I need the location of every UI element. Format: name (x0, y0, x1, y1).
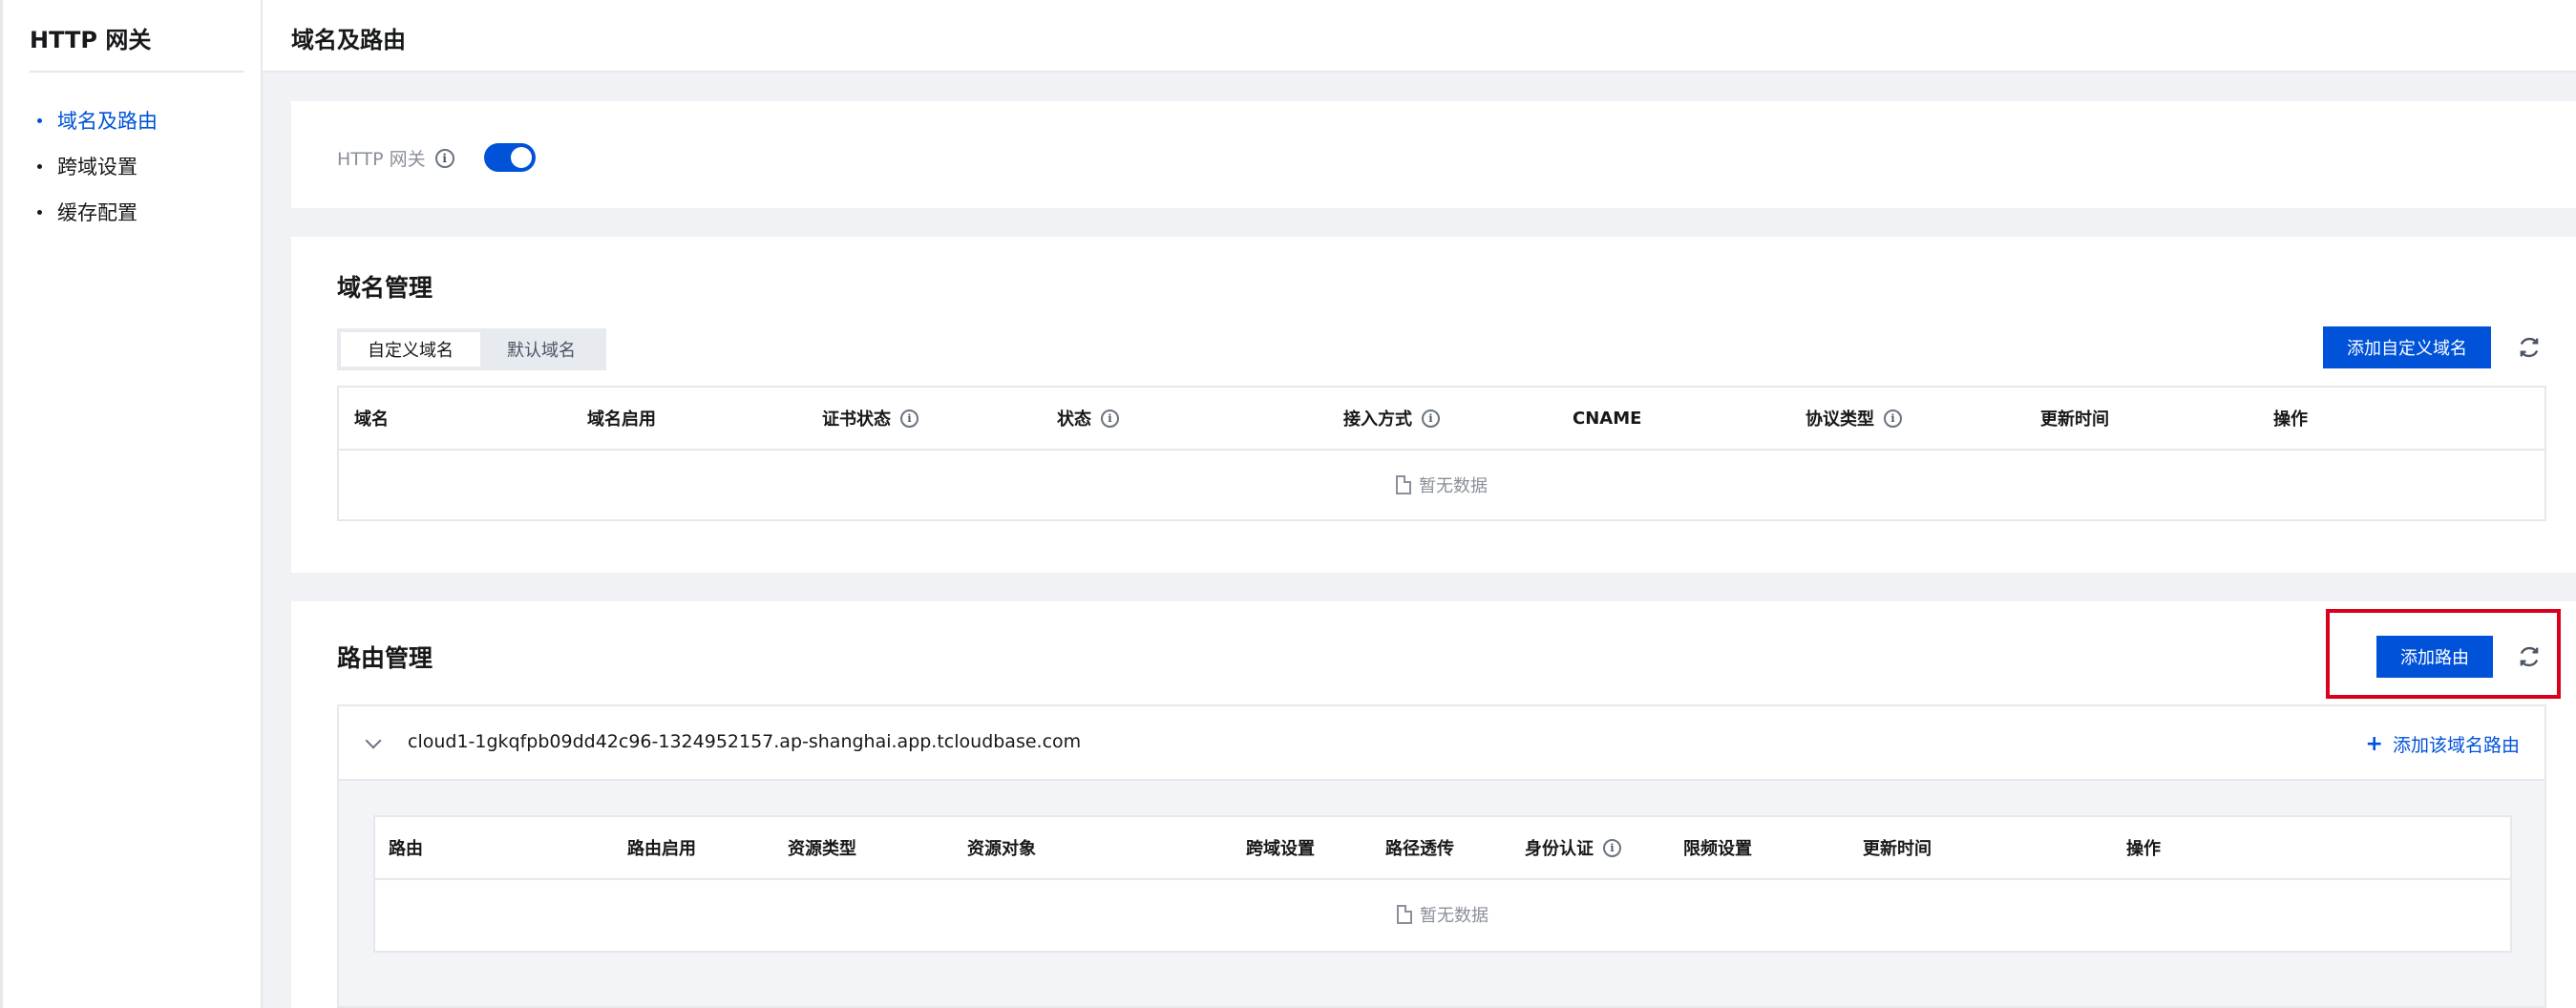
document-icon (1397, 905, 1412, 924)
page-header: 域名及路由 (263, 0, 2576, 73)
col-header: 限频设置 (1683, 839, 1752, 859)
sidebar-divider (30, 71, 243, 73)
info-icon[interactable]: i (1603, 838, 1621, 857)
col-header: 路由启用 (627, 839, 696, 859)
info-icon[interactable]: i (1101, 409, 1119, 428)
col-header: 路径透传 (1385, 839, 1454, 859)
domain-tabs: 自定义域名 默认域名 (337, 328, 606, 370)
toggle-knob (511, 147, 532, 168)
route-section-title: 路由管理 (337, 644, 433, 672)
sidebar-item-cache[interactable]: 缓存配置 (30, 189, 158, 235)
sidebar-item-label: 跨域设置 (57, 156, 137, 178)
col-header: 跨域设置 (1246, 839, 1315, 859)
chevron-down-icon[interactable] (365, 732, 382, 749)
col-header: 更新时间 (2040, 410, 2109, 430)
route-domain-panel: cloud1-1gkqfpb09dd42c96-1324952157.ap-sh… (337, 704, 2546, 1008)
col-header: 域名启用 (587, 410, 656, 430)
route-management-card: 路由管理 添加路由 cloud1-1gkqfpb09dd42c96-132495… (291, 601, 2576, 1008)
col-header-label: 协议类型 (1805, 410, 1874, 430)
app-root: HTTP 网关 域名及路由 跨域设置 缓存配置 域名及路由 HTTP 网关 i (0, 0, 2576, 1008)
col-header-label: 接入方式 (1343, 410, 1412, 430)
empty-text: 暂无数据 (1420, 906, 1489, 926)
info-icon[interactable]: i (434, 148, 454, 168)
route-table-header: 路由 路由启用 资源类型 资源对象 跨域设置 路径透传 身份认证 i 限频设置 … (375, 817, 2510, 880)
domain-management-card: 域名管理 自定义域名 默认域名 添加自定义域名 域名 域名启用 证书状态 i 状… (291, 237, 2576, 573)
sidebar-item-label: 缓存配置 (57, 201, 137, 224)
col-header: 路由 (389, 839, 423, 859)
empty-state: 暂无数据 (339, 451, 2544, 519)
tab-custom-domain[interactable]: 自定义域名 (341, 332, 480, 367)
col-header-with-info: 接入方式 i (1343, 388, 1440, 449)
domain-table-header: 域名 域名启用 证书状态 i 状态 i 接入方式 i CNAME 协议类型 i (339, 388, 2544, 451)
plus-icon: + (2365, 732, 2383, 756)
gateway-card: HTTP 网关 i (291, 101, 2576, 208)
route-domain-header: cloud1-1gkqfpb09dd42c96-1324952157.ap-sh… (339, 706, 2544, 781)
sidebar-item-cors[interactable]: 跨域设置 (30, 143, 158, 189)
sidebar-item-label: 域名及路由 (57, 110, 158, 133)
gateway-label-row: HTTP 网关 i (337, 145, 454, 171)
bullet-icon (37, 163, 42, 169)
sidebar-title: HTTP 网关 (30, 27, 152, 53)
info-icon[interactable]: i (1884, 409, 1902, 428)
highlight-box (2326, 609, 2561, 699)
col-header-label: 状态 (1057, 410, 1091, 430)
domain-section-title: 域名管理 (337, 274, 433, 302)
tab-default-domain[interactable]: 默认域名 (480, 332, 602, 367)
refresh-icon[interactable] (2516, 334, 2543, 361)
col-header: 更新时间 (1863, 839, 1932, 859)
empty-state: 暂无数据 (375, 880, 2510, 949)
col-header: 操作 (2126, 839, 2161, 859)
add-custom-domain-button[interactable]: 添加自定义域名 (2323, 326, 2491, 368)
sidebar-nav: 域名及路由 跨域设置 缓存配置 (30, 97, 158, 235)
domain-table: 域名 域名启用 证书状态 i 状态 i 接入方式 i CNAME 协议类型 i (337, 386, 2546, 521)
col-header-with-info: 证书状态 i (822, 388, 918, 449)
col-header: CNAME (1573, 408, 1642, 429)
add-domain-route-link[interactable]: + 添加该域名路由 (2366, 731, 2520, 757)
col-header-with-info: 协议类型 i (1805, 388, 1902, 449)
col-header-label: 身份认证 (1525, 839, 1594, 859)
gateway-toggle[interactable] (484, 143, 536, 172)
document-icon (1396, 475, 1411, 494)
sidebar-item-domain-route[interactable]: 域名及路由 (30, 97, 158, 143)
route-domain-name: cloud1-1gkqfpb09dd42c96-1324952157.ap-sh… (408, 731, 1082, 752)
info-icon[interactable]: i (1422, 409, 1440, 428)
bullet-icon (37, 117, 42, 123)
page-title: 域名及路由 (291, 27, 406, 53)
col-header-with-info: 身份认证 i (1525, 817, 1621, 878)
gateway-label: HTTP 网关 (337, 149, 426, 170)
col-header: 资源类型 (788, 839, 856, 859)
bullet-icon (37, 209, 42, 215)
col-header: 资源对象 (967, 839, 1036, 859)
sidebar: HTTP 网关 域名及路由 跨域设置 缓存配置 (0, 0, 263, 1008)
col-header: 域名 (354, 410, 389, 430)
empty-text: 暂无数据 (1419, 476, 1488, 496)
col-header-with-info: 状态 i (1057, 388, 1119, 449)
col-header-label: 证书状态 (822, 410, 891, 430)
add-domain-route-label: 添加该域名路由 (2392, 735, 2520, 756)
col-header: 操作 (2273, 410, 2308, 430)
route-table: 路由 路由启用 资源类型 资源对象 跨域设置 路径透传 身份认证 i 限频设置 … (373, 815, 2512, 953)
info-icon[interactable]: i (900, 409, 918, 428)
